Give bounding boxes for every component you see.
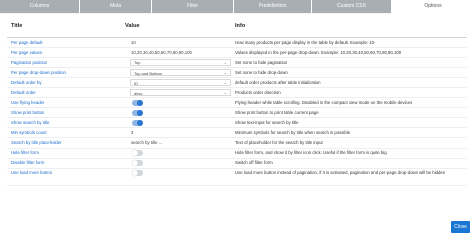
- column-header-info: Info: [235, 23, 246, 29]
- tab-columns[interactable]: Columns: [0, 0, 80, 13]
- option-title[interactable]: Hide filter form: [11, 150, 39, 155]
- pagination-position-select[interactable]: Top ⌄: [130, 58, 231, 66]
- table-row: Disable filter form Switch off filter fo…: [7, 159, 467, 169]
- options-table-body: Per page default 10 How many products pe…: [7, 38, 467, 186]
- toggle-knob: [137, 109, 143, 116]
- option-title[interactable]: Show print button: [11, 110, 44, 115]
- per-page-dropdown-position-select[interactable]: Top and Bottom ⌄: [130, 68, 231, 76]
- tab-meta[interactable]: Meta: [80, 0, 152, 13]
- option-title[interactable]: Use load more button: [11, 170, 52, 175]
- flying-header-toggle[interactable]: [132, 99, 143, 106]
- option-title[interactable]: Show search by title: [11, 120, 49, 125]
- table-row: Show print button Show print button to p…: [7, 108, 467, 119]
- option-info: Minimum symbols for search by title when…: [235, 129, 351, 135]
- option-info: Use load more button instead of paginati…: [235, 170, 446, 176]
- option-info: Set none to hide drop-down: [235, 69, 288, 75]
- option-title[interactable]: Min symbols count: [11, 130, 47, 135]
- hide-filter-form-toggle[interactable]: [132, 149, 143, 156]
- chevron-down-icon: ⌄: [223, 80, 227, 86]
- close-button[interactable]: Close: [451, 221, 470, 233]
- option-title[interactable]: Disable filter form: [11, 160, 44, 165]
- option-title[interactable]: Search by title placeholder: [11, 140, 62, 145]
- select-value: Top and Bottom: [134, 70, 163, 76]
- default-order-by-select[interactable]: ID ⌄: [130, 78, 231, 86]
- option-info: Text of placeholder for the search by ti…: [235, 139, 323, 145]
- option-info: Hide filter form, and show it by filter …: [235, 150, 387, 156]
- table-row: Search by title placeholder search by ti…: [7, 138, 467, 149]
- table-row: Per page values 10,20,30,40,50,60,70,80,…: [7, 48, 467, 59]
- option-title[interactable]: Default order by: [11, 80, 42, 85]
- table-row: Pagination position Top ⌄ Set none to hi…: [7, 58, 467, 69]
- table-row: Show search by title Show text-input for…: [7, 118, 467, 129]
- search-placeholder-input[interactable]: search by title ...: [131, 140, 162, 145]
- select-value: desc: [134, 90, 143, 96]
- tab-bar: Columns Meta Filter Predefinition Custom…: [0, 0, 474, 14]
- column-header-value: Value: [125, 23, 140, 29]
- option-title[interactable]: Per page drop-down position: [11, 70, 66, 75]
- option-info: Show text-input for search by title: [235, 119, 299, 125]
- per-page-values-input[interactable]: 10,20,30,40,50,60,70,80,90,100: [131, 50, 192, 55]
- chevron-down-icon: ⌄: [223, 60, 227, 66]
- option-info: How many products per page display in th…: [235, 39, 376, 45]
- option-info: Values displayed in the per-page drop-do…: [235, 49, 402, 55]
- disable-filter-form-toggle[interactable]: [132, 159, 143, 166]
- option-title[interactable]: Per page values: [11, 50, 42, 55]
- table-row: Hide filter form Hide filter form, and s…: [7, 149, 467, 159]
- default-order-select[interactable]: desc ⌄: [130, 89, 231, 97]
- options-panel: Title Value Info Per page default 10 How…: [0, 14, 474, 240]
- table-row: Per page drop-down position Top and Bott…: [7, 68, 467, 79]
- tab-filter[interactable]: Filter: [152, 0, 234, 13]
- tab-predefinition[interactable]: Predefinition: [234, 0, 312, 13]
- chevron-down-icon: ⌄: [223, 90, 227, 96]
- print-button-toggle[interactable]: [132, 109, 143, 116]
- per-page-default-input[interactable]: 10: [131, 40, 136, 45]
- chevron-down-icon: ⌄: [223, 70, 227, 76]
- option-title[interactable]: Pagination position: [11, 60, 47, 65]
- toggle-knob: [132, 159, 138, 166]
- table-row: Default order desc ⌄ Products order dire…: [7, 88, 467, 99]
- table-row: Use load more button Use load more butto…: [7, 169, 467, 186]
- option-info: Products order direction: [235, 89, 281, 95]
- search-by-title-toggle[interactable]: [132, 119, 143, 126]
- toggle-knob: [137, 99, 143, 106]
- option-info: Switch off filter form: [235, 160, 273, 166]
- load-more-button-toggle[interactable]: [132, 170, 143, 176]
- tab-custom-css[interactable]: Custom CSS: [312, 0, 392, 13]
- option-info: Set none to hide pagination: [235, 59, 288, 65]
- option-title[interactable]: Default order: [11, 90, 36, 95]
- column-header-title: Title: [11, 23, 23, 29]
- select-value: Top: [134, 60, 141, 66]
- option-title[interactable]: Use flying header: [11, 100, 44, 105]
- table-row: Per page default 10 How many products pe…: [7, 38, 467, 49]
- toggle-knob: [132, 170, 138, 176]
- table-row: Use flying header Flying header while ta…: [7, 98, 467, 109]
- select-value: ID: [134, 80, 138, 86]
- table-row: Min symbols count 3 Minimum symbols for …: [7, 128, 467, 139]
- table-row: Default order by ID ⌄ default order prod…: [7, 78, 467, 89]
- option-info: Flying header while table scrolling. Dis…: [235, 99, 413, 105]
- option-info: Show print button to print table current…: [235, 109, 319, 115]
- option-info: default order products after table initi…: [235, 79, 321, 85]
- tab-options[interactable]: Options: [392, 0, 474, 14]
- min-symbols-input[interactable]: 3: [131, 130, 133, 135]
- toggle-knob: [137, 119, 143, 126]
- toggle-knob: [132, 149, 138, 156]
- option-title[interactable]: Per page default: [11, 40, 43, 45]
